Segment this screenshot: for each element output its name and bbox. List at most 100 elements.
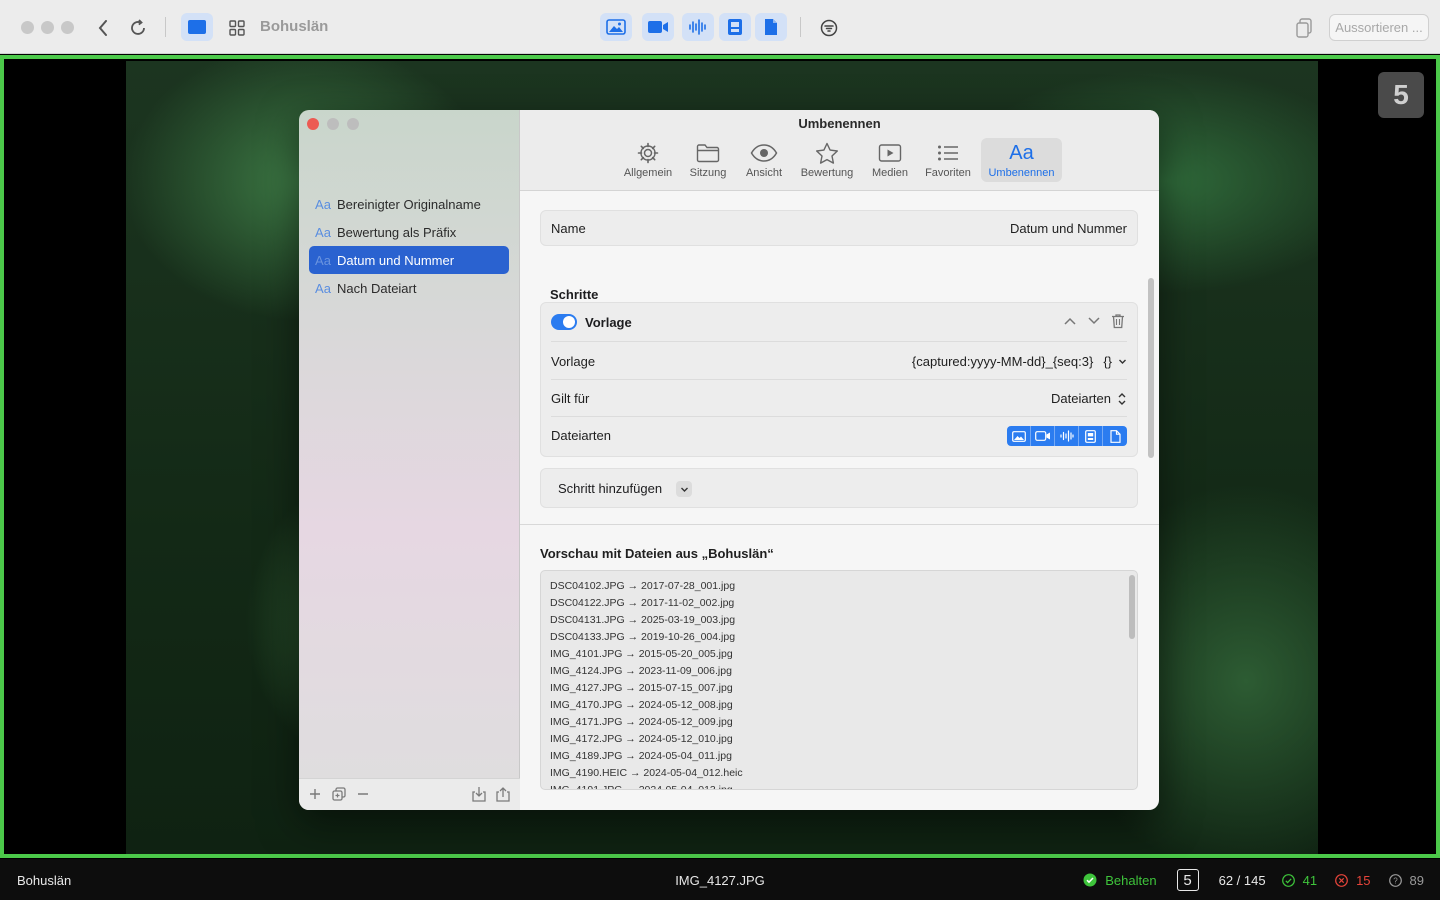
list-item: DSC04122.JPG → 2017-11-02_002.jpg (550, 597, 735, 609)
name-field[interactable]: Datum und Nummer (1010, 221, 1127, 236)
svg-text:?: ? (1393, 876, 1398, 885)
tab-view[interactable]: Ansicht (740, 138, 788, 182)
raw-icon[interactable] (1079, 426, 1103, 446)
duplicate-preset-button[interactable] (332, 786, 346, 802)
play-icon (878, 141, 902, 165)
token-menu-button[interactable]: {} (1103, 354, 1112, 369)
trash-icon[interactable] (1111, 313, 1125, 329)
audio-icon[interactable] (1055, 426, 1079, 446)
move-down-icon[interactable] (1087, 315, 1101, 327)
rating-badge: 5 (1378, 72, 1424, 118)
list-item: IMG_4172.JPG → 2024-05-12_010.jpg (550, 733, 733, 745)
kept-count-icon (1281, 873, 1295, 887)
settings-scrollbar[interactable] (1148, 278, 1154, 458)
document-icon[interactable] (1103, 426, 1127, 446)
applies-popup[interactable]: Dateiarten (1051, 391, 1127, 406)
position-counter: 62 / 145 (1218, 872, 1266, 888)
applies-label: Gilt für (551, 391, 590, 406)
chevron-down-icon (1119, 359, 1126, 364)
settings-window: Aa Bereinigter Originalname Aa Bewertung… (299, 110, 1159, 810)
grid-view-icon[interactable] (226, 15, 248, 41)
tab-label: Umbenennen (988, 167, 1055, 179)
list-icon (937, 141, 959, 165)
import-icon[interactable] (472, 786, 486, 802)
keep-check-icon (1083, 873, 1097, 887)
text-format-icon: Aa (315, 224, 331, 240)
tab-favorites[interactable]: Favoriten (922, 138, 974, 182)
back-icon[interactable] (94, 15, 112, 41)
copy-icon[interactable] (1293, 15, 1315, 41)
sidebar-item-label: Datum und Nummer (337, 252, 455, 268)
rejected-count: 15 (1356, 872, 1371, 888)
preview-title: Vorschau mit Dateien aus „Bohuslän“ (540, 546, 774, 561)
sidebar-item-sanitized-name[interactable]: Aa Bereinigter Originalname (309, 190, 509, 218)
folder-title: Bohuslän (260, 18, 329, 35)
export-icon[interactable] (496, 786, 510, 802)
sidebar-item-date-number[interactable]: Aa Datum und Nummer (309, 246, 509, 274)
close-button[interactable] (307, 118, 319, 130)
add-preset-button[interactable] (309, 786, 321, 802)
tab-media[interactable]: Medien (866, 138, 914, 182)
tab-rating[interactable]: Bewertung (796, 138, 858, 182)
settings-header: Umbenennen Allgemein Sitzung Ansicht Bew… (520, 110, 1159, 191)
photo-icon[interactable] (1007, 426, 1031, 446)
filetypes-label: Dateiarten (551, 428, 611, 443)
template-field[interactable]: {captured:yyyy-MM-dd}_{seq:3} {} (912, 354, 1127, 369)
minimize-button[interactable] (327, 118, 339, 130)
step-title: Vorlage (585, 315, 632, 330)
sidebar-item-by-filetype[interactable]: Aa Nach Dateiart (309, 274, 509, 302)
list-item: DSC04133.JPG → 2019-10-26_004.jpg (550, 631, 736, 643)
remove-preset-button[interactable] (357, 786, 369, 802)
minimize-window-button[interactable] (41, 21, 54, 34)
rating-indicator: 5 (1176, 869, 1199, 891)
tab-label: Bewertung (800, 167, 854, 179)
unrated-count: 89 (1409, 872, 1424, 888)
tab-rename[interactable]: Aa Umbenennen (981, 138, 1062, 182)
preset-sidebar: Aa Bereinigter Originalname Aa Bewertung… (299, 110, 520, 810)
status-summary: Behalten 5 62 / 145 41 15 ? 89 (1083, 869, 1424, 891)
preview-scrollbar[interactable] (1129, 575, 1135, 639)
list-item: IMG_4101.JPG → 2015-05-20_005.jpg (550, 648, 733, 660)
add-step-button[interactable] (676, 481, 692, 497)
photo-icon[interactable] (600, 13, 632, 41)
step-enabled-toggle[interactable] (551, 314, 577, 330)
sidebar-item-rating-prefix[interactable]: Aa Bewertung als Präfix (309, 218, 509, 246)
chevron-updown-icon (1118, 392, 1126, 405)
zoom-button[interactable] (347, 118, 359, 130)
steps-heading: Schritte (550, 287, 599, 302)
folder-icon (696, 141, 720, 165)
sidebar-item-label: Nach Dateiart (337, 280, 417, 296)
audio-icon[interactable] (682, 13, 714, 41)
close-window-button[interactable] (21, 21, 34, 34)
sidebar-item-label: Bewertung als Präfix (337, 224, 457, 240)
tab-label: Sitzung (689, 167, 727, 179)
tab-label: Medien (871, 167, 909, 179)
tab-session[interactable]: Sitzung (684, 138, 732, 182)
document-icon[interactable] (755, 13, 787, 41)
status-badge: Behalten (1105, 872, 1157, 888)
rejected-count-icon (1335, 873, 1348, 887)
filter-icon[interactable] (818, 15, 840, 41)
list-item: DSC04131.JPG → 2025-03-19_003.jpg (550, 614, 736, 626)
filetype-selector (1007, 426, 1127, 446)
list-item: IMG_4191.JPG → 2024-05-04_013.jpg (550, 784, 733, 790)
video-icon[interactable] (1031, 426, 1055, 446)
single-view-icon[interactable] (181, 13, 213, 41)
list-item: IMG_4170.JPG → 2024-05-12_008.jpg (550, 699, 733, 711)
tab-general[interactable]: Allgemein (618, 138, 678, 182)
sort-out-button[interactable]: Aussortieren ... (1329, 14, 1429, 41)
move-up-icon[interactable] (1063, 315, 1077, 327)
window-title: Umbenennen (798, 116, 881, 131)
raw-icon[interactable] (719, 13, 751, 41)
template-label: Vorlage (551, 354, 596, 369)
preview-list[interactable]: DSC04102.JPG → 2017-07-28_001.jpg DSC041… (540, 570, 1138, 790)
eye-icon (750, 141, 778, 165)
text-format-icon: Aa (315, 280, 331, 296)
reload-icon[interactable] (127, 15, 149, 41)
kept-count: 41 (1302, 872, 1318, 888)
star-icon (815, 141, 839, 165)
text-format-icon: Aa (1009, 141, 1034, 164)
video-icon[interactable] (642, 13, 674, 41)
gear-icon (637, 141, 659, 165)
zoom-window-button[interactable] (61, 21, 74, 34)
